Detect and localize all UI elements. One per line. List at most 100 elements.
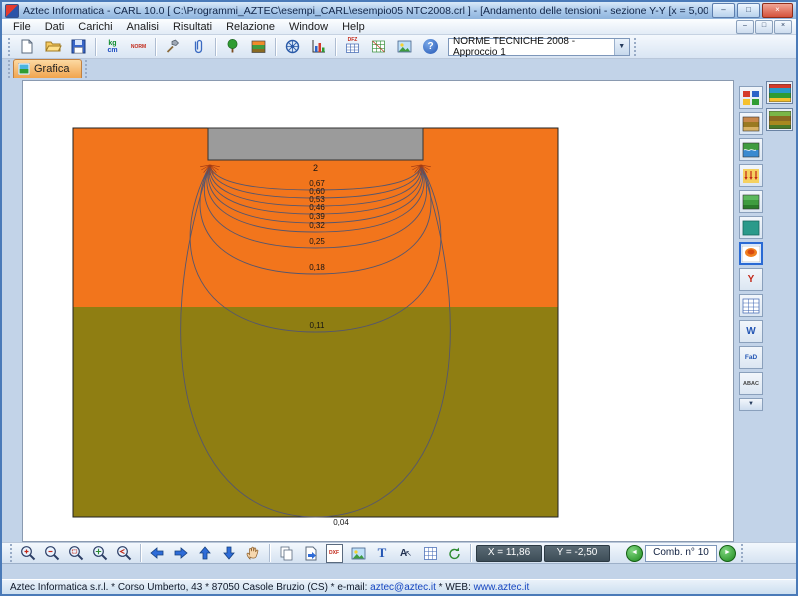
new-button[interactable] — [14, 35, 39, 58]
zoom-previous-button[interactable] — [113, 544, 135, 563]
main-toolbar: kgcm NORM DFZ ? NORME TECNICHE 2008 - Ap… — [2, 35, 796, 59]
loads-view-button[interactable] — [739, 164, 763, 187]
zoom-out-button[interactable] — [41, 544, 63, 563]
toolbar-separator — [275, 38, 276, 56]
statusbar-info: Aztec Informatica s.r.l. * Corso Umberto… — [10, 582, 370, 593]
pan-up-button[interactable] — [194, 544, 216, 563]
mdi-restore-button[interactable]: □ — [755, 20, 773, 34]
zoom-in-button[interactable] — [17, 544, 39, 563]
tree-button[interactable] — [220, 35, 245, 58]
project-data-button[interactable] — [739, 86, 763, 109]
chart-button[interactable] — [306, 35, 331, 58]
dfz-grid-button[interactable]: DFZ — [340, 35, 365, 58]
hand-icon — [244, 544, 262, 562]
mdi-close-button[interactable]: × — [774, 20, 792, 34]
grid-toggle-button[interactable] — [419, 544, 441, 563]
norme-tecniche-dropdown[interactable]: NORME TECNICHE 2008 - Approccio 1 ▼ — [448, 38, 630, 56]
soil-profile-button[interactable] — [766, 108, 793, 131]
right-toolbar: Y W FaD ABAC ▼ — [738, 86, 764, 411]
soil-layers-icon — [250, 38, 267, 55]
plot-svg[interactable]: 20,670,600,530,460,390,320,250,180,110,0… — [23, 81, 733, 541]
export-button[interactable] — [299, 544, 321, 563]
foundation-width-label: 2 — [313, 163, 318, 173]
layers-view-button[interactable] — [739, 190, 763, 213]
drawing-canvas[interactable]: 20,670,600,530,460,390,320,250,180,110,0… — [22, 80, 734, 542]
wheel-button[interactable] — [280, 35, 305, 58]
redraw-button[interactable] — [443, 544, 465, 563]
dxf-export-button[interactable]: DXF — [323, 544, 345, 563]
picture-icon — [396, 38, 413, 55]
word-export-button[interactable]: W — [739, 320, 763, 343]
units-button[interactable]: kgcm — [100, 35, 125, 58]
results-view-button[interactable] — [739, 216, 763, 239]
water-icon — [742, 142, 760, 158]
bottombar-grip[interactable] — [10, 544, 12, 562]
menu-help[interactable]: Help — [335, 21, 372, 33]
stratigraphy-view-button[interactable] — [739, 112, 763, 135]
menu-dati[interactable]: Dati — [38, 21, 72, 33]
fad-button[interactable]: FaD — [739, 346, 763, 369]
abac-button[interactable]: ABAC — [739, 372, 763, 395]
attachment-button[interactable] — [186, 35, 211, 58]
pan-hand-button[interactable] — [242, 544, 264, 563]
cursor-icon: ↖ — [405, 549, 412, 558]
bar-chart-icon — [310, 38, 327, 55]
dropdown-arrow-icon[interactable]: ▼ — [614, 39, 630, 55]
tab-grafica[interactable]: Grafica — [13, 59, 82, 78]
toolbar-separator — [95, 38, 96, 56]
bitmap-export-button[interactable] — [347, 544, 369, 563]
profile-colors-button[interactable] — [766, 81, 793, 104]
close-button[interactable]: × — [762, 3, 793, 18]
mdi-controls: – □ × — [736, 20, 792, 34]
section-y-button[interactable]: Y — [739, 268, 763, 291]
menubar: File Dati Carichi Analisi Risultati Rela… — [2, 19, 796, 35]
menu-window[interactable]: Window — [282, 21, 335, 33]
image-button[interactable] — [392, 35, 417, 58]
help-button[interactable]: ? — [418, 35, 443, 58]
combination-next-button[interactable]: ► — [719, 545, 736, 562]
profile-toolbar — [766, 81, 793, 131]
mesh-button[interactable] — [366, 35, 391, 58]
tabbar-grip[interactable] — [8, 60, 10, 78]
table-view-button[interactable] — [739, 294, 763, 317]
maximize-button[interactable]: □ — [737, 3, 760, 18]
zoom-window-button[interactable] — [65, 544, 87, 563]
combination-previous-button[interactable]: ◄ — [626, 545, 643, 562]
label-tool-button[interactable]: A↖ — [395, 544, 417, 563]
save-button[interactable] — [66, 35, 91, 58]
mdi-minimize-button[interactable]: – — [736, 20, 754, 34]
tensions-view-button[interactable] — [739, 242, 763, 265]
open-button[interactable] — [40, 35, 65, 58]
copy-button[interactable] — [275, 544, 297, 563]
contour-label: 0,25 — [309, 237, 325, 246]
table-icon — [742, 298, 760, 314]
stratigraphy-button[interactable] — [246, 35, 271, 58]
pan-left-button[interactable] — [146, 544, 168, 563]
zoom-extents-icon — [91, 544, 109, 562]
tabbar-grip[interactable] — [85, 60, 87, 78]
bottombar-grip[interactable] — [741, 544, 743, 562]
picture-icon — [350, 545, 367, 562]
menu-relazione[interactable]: Relazione — [219, 21, 282, 33]
menu-risultati[interactable]: Risultati — [166, 21, 219, 33]
tab-grafica-label: Grafica — [34, 63, 69, 75]
menu-file[interactable]: File — [6, 21, 38, 33]
norm-button[interactable]: NORM — [126, 35, 151, 58]
menu-analisi[interactable]: Analisi — [120, 21, 166, 33]
right-toolbar-scroll-down[interactable]: ▼ — [739, 398, 763, 411]
zoom-extents-button[interactable] — [89, 544, 111, 563]
tools-button[interactable] — [160, 35, 185, 58]
water-table-button[interactable] — [739, 138, 763, 161]
arrow-left-icon — [148, 544, 166, 562]
text-tool-button[interactable]: T — [371, 544, 393, 563]
toolbar-grip[interactable] — [8, 38, 10, 56]
minimize-button[interactable]: – — [712, 3, 735, 18]
tree-icon — [224, 38, 241, 55]
statusbar-email-link[interactable]: aztec@aztec.it — [370, 582, 436, 593]
toolbar-grip[interactable] — [634, 38, 636, 56]
help-icon: ? — [423, 39, 438, 54]
pan-right-button[interactable] — [170, 544, 192, 563]
pan-down-button[interactable] — [218, 544, 240, 563]
statusbar-web-link[interactable]: www.aztec.it — [474, 582, 530, 593]
menu-carichi[interactable]: Carichi — [71, 21, 119, 33]
